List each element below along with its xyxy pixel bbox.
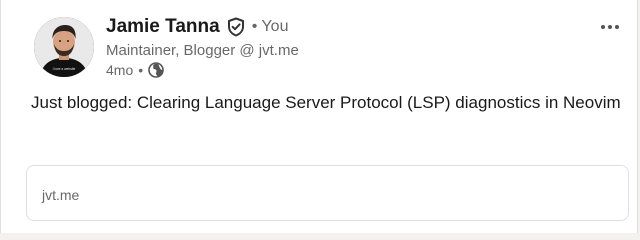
- post-meta: 4mo •: [106, 62, 164, 78]
- meta-separator: •: [138, 62, 144, 78]
- author-line: Jamie Tanna • You: [106, 16, 288, 38]
- feed-post-card: I love a website Jamie Tanna • You Maint…: [0, 0, 638, 233]
- link-preview-domain: jvt.me: [42, 187, 80, 203]
- link-preview-card[interactable]: jvt.me: [26, 165, 629, 221]
- verified-shield-icon: [226, 17, 246, 37]
- author-name[interactable]: Jamie Tanna: [106, 16, 220, 38]
- more-options-button[interactable]: [595, 12, 625, 42]
- connection-degree: • You: [251, 18, 289, 35]
- more-horizontal-icon: [601, 25, 619, 29]
- avatar-shirt-text: I love a website: [53, 67, 76, 71]
- globe-icon: [148, 62, 164, 78]
- post-age: 4mo: [106, 62, 134, 78]
- author-avatar[interactable]: I love a website: [34, 17, 94, 77]
- avatar-photo: I love a website: [34, 17, 94, 77]
- post-body-text: Just blogged: Clearing Language Server P…: [31, 93, 621, 112]
- author-headline: Maintainer, Blogger @ jvt.me: [106, 42, 299, 59]
